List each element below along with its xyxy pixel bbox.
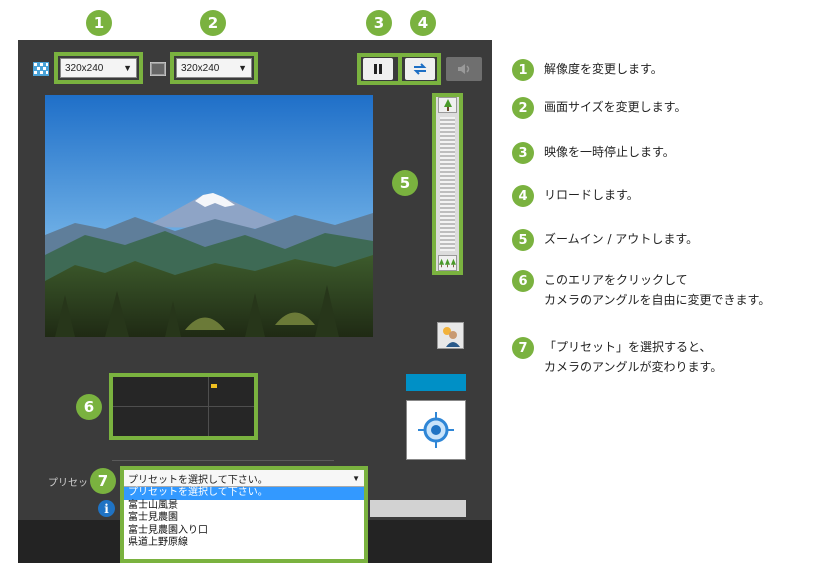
legend-badge: 7 [512, 337, 534, 359]
camera-video-feed[interactable] [45, 95, 373, 337]
legend-badge: 5 [512, 229, 534, 251]
chevron-down-icon: ▼ [352, 473, 360, 483]
status-bar [406, 374, 466, 391]
preset-option[interactable]: 富士見農園入り口 [124, 525, 364, 538]
legend-line-2: カメラのアングルが変わります。 [544, 360, 723, 374]
legend-item-6: 6 このエリアをクリックして カメラのアングルを自由に変更できます。 [512, 270, 770, 310]
legend-line-2: カメラのアングルを自由に変更できます。 [544, 293, 771, 307]
chevron-down-icon: ▼ [238, 63, 247, 73]
legend-text: このエリアをクリックして カメラのアングルを自由に変更できます。 [544, 270, 770, 310]
screen-size-value: 320x240 [181, 62, 220, 74]
camera-user-icon [442, 326, 460, 347]
info-icon[interactable]: i [98, 500, 115, 517]
legend-badge: 6 [512, 270, 534, 292]
legend-text: 画面サイズを変更します。 [544, 100, 687, 114]
badge-4: 4 [410, 10, 436, 36]
legend-badge: 3 [512, 142, 534, 164]
sound-button[interactable] [446, 57, 482, 81]
preset-option[interactable]: 富士見農園 [124, 512, 364, 525]
resolution-value: 320x240 [65, 62, 104, 74]
angle-control-area[interactable] [109, 373, 258, 440]
badge-7: 7 [90, 468, 116, 494]
pause-icon [374, 64, 382, 74]
preset-option[interactable]: 県道上野原線 [124, 537, 364, 550]
screen-size-icon [150, 62, 166, 76]
legend-item-4: 4 リロードします。 [512, 185, 639, 207]
legend-text: 解像度を変更します。 [544, 62, 663, 76]
target-icon [418, 412, 454, 448]
resolution-select[interactable]: 320x240 ▼ [60, 58, 137, 78]
legend-text: リロードします。 [544, 188, 639, 202]
preset-select[interactable]: プリセットを選択して下さい。 ▼ [124, 470, 364, 487]
single-tree-icon [443, 99, 452, 111]
legend-item-3: 3 映像を一時停止します。 [512, 142, 675, 164]
badge-3: 3 [366, 10, 392, 36]
legend-text: ズームイン / アウトします。 [544, 232, 699, 246]
chevron-down-icon: ▼ [123, 63, 132, 73]
preset-dropdown[interactable]: プリセットを選択して下さい。 ▼ プリセットを選択して下さい。 富士山風景 富士… [120, 466, 368, 563]
resolution-icon [33, 62, 49, 76]
legend-item-5: 5 ズームイン / アウトします。 [512, 229, 698, 251]
three-trees-icon [439, 258, 456, 268]
badge-6: 6 [76, 394, 102, 420]
camera-user-button[interactable] [437, 322, 464, 349]
preset-selected-value: プリセットを選択して下さい。 [128, 474, 268, 486]
preset-option[interactable]: 富士山風景 [124, 500, 364, 513]
target-button[interactable] [406, 400, 466, 460]
camera-position-marker [211, 384, 217, 388]
badge-5: 5 [392, 170, 418, 196]
mount-fuji-image [45, 95, 373, 337]
screen-size-select[interactable]: 320x240 ▼ [176, 58, 252, 78]
info-text-bar [370, 500, 466, 517]
legend-text: 映像を一時停止します。 [544, 145, 675, 159]
zoom-out-button[interactable] [438, 255, 457, 271]
reload-button[interactable] [405, 58, 435, 80]
legend-line-1: このエリアをクリックして [544, 273, 688, 287]
badge-1: 1 [86, 10, 112, 36]
speaker-icon [458, 64, 470, 74]
reload-icon [413, 63, 427, 75]
preset-option[interactable]: プリセットを選択して下さい。 [124, 487, 364, 500]
legend-badge: 2 [512, 97, 534, 119]
legend-item-1: 1 解像度を変更します。 [512, 59, 663, 81]
legend-item-2: 2 画面サイズを変更します。 [512, 97, 686, 119]
legend-text: 「プリセット」を選択すると、 カメラのアングルが変わります。 [544, 337, 722, 377]
legend-item-7: 7 「プリセット」を選択すると、 カメラのアングルが変わります。 [512, 337, 722, 377]
legend-badge: 4 [512, 185, 534, 207]
zoom-in-button[interactable] [438, 97, 457, 113]
pause-button[interactable] [363, 58, 393, 80]
zoom-track-lines [440, 117, 455, 251]
button-divider [398, 55, 402, 83]
legend-line-1: 「プリセット」を選択すると、 [544, 340, 712, 354]
legend-badge: 1 [512, 59, 534, 81]
zoom-slider[interactable] [432, 93, 463, 275]
divider [112, 460, 334, 461]
badge-2: 2 [200, 10, 226, 36]
grid-line-horizontal [113, 406, 254, 407]
